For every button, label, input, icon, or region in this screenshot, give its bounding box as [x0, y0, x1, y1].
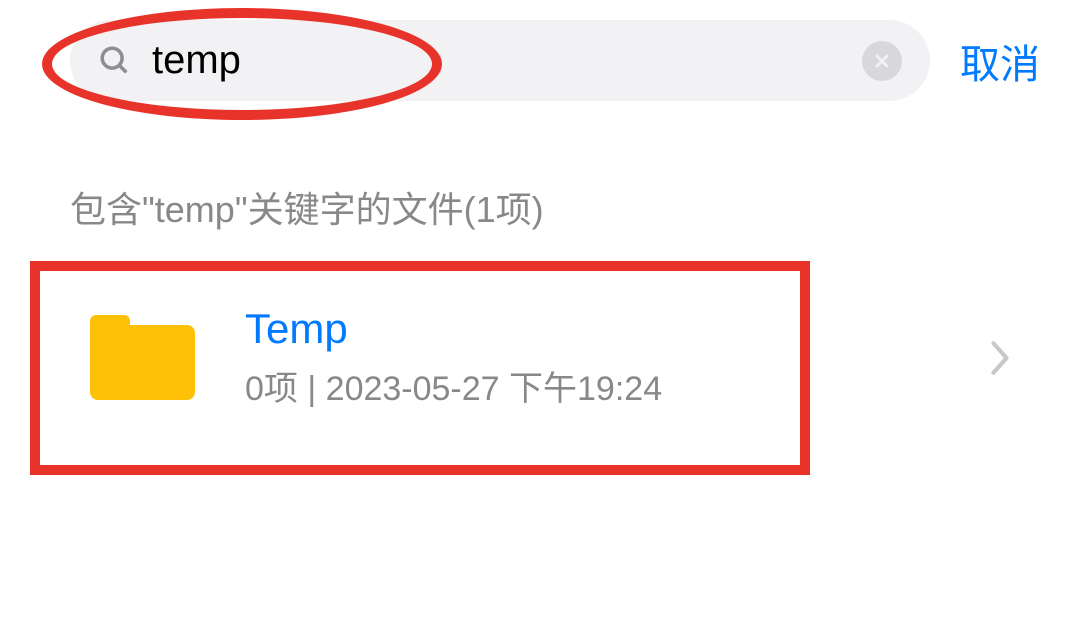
item-count: 0项 — [245, 370, 298, 408]
search-container — [70, 20, 930, 101]
clear-search-button[interactable] — [862, 41, 902, 81]
folder-icon — [90, 315, 195, 400]
search-input[interactable] — [152, 38, 862, 83]
close-icon — [872, 51, 892, 71]
results-header: 包含"temp"关键字的文件(1项) — [0, 121, 1080, 263]
result-text: Temp 0项 | 2023-05-27 下午19:24 — [245, 305, 990, 410]
cancel-button[interactable]: 取消 — [960, 32, 1040, 90]
meta-separator: | — [298, 370, 326, 408]
result-title: Temp — [245, 305, 990, 353]
result-wrapper: Temp 0项 | 2023-05-27 下午19:24 — [30, 263, 1050, 452]
chevron-right-icon — [990, 340, 1010, 376]
search-header: 取消 — [0, 0, 1080, 121]
search-icon — [98, 44, 132, 78]
item-timestamp: 2023-05-27 下午19:24 — [326, 370, 662, 408]
search-bar[interactable] — [70, 20, 930, 101]
result-item[interactable]: Temp 0项 | 2023-05-27 下午19:24 — [30, 263, 1050, 452]
result-meta: 0项 | 2023-05-27 下午19:24 — [245, 361, 990, 410]
